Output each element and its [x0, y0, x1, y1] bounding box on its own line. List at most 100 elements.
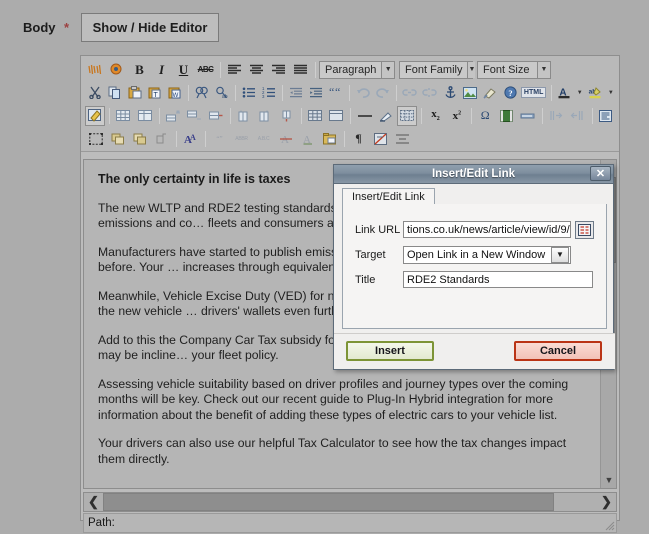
background-color-icon[interactable]: ab: [586, 83, 605, 103]
acronym-icon[interactable]: A.B.C: [253, 129, 274, 149]
horizontal-scroll-track[interactable]: [103, 493, 597, 511]
insert-text-icon[interactable]: A: [297, 129, 318, 149]
quote-icon[interactable]: “”: [209, 129, 230, 149]
indent-icon[interactable]: [306, 83, 325, 103]
scroll-left-icon[interactable]: ❮: [84, 493, 103, 511]
editor-horizontal-scrollbar[interactable]: ❮ ❯: [83, 492, 617, 512]
attributes-icon[interactable]: [319, 129, 340, 149]
font-size-select[interactable]: Font Size ▼: [477, 60, 551, 79]
insert-hr-icon[interactable]: [518, 106, 538, 126]
nonbreaking-icon[interactable]: [370, 129, 391, 149]
abbreviation-icon[interactable]: ABBR: [231, 129, 252, 149]
strikethrough-icon[interactable]: ABC: [195, 60, 216, 80]
insert-row-after-icon[interactable]: [184, 106, 204, 126]
find-replace-icon[interactable]: ab: [212, 83, 231, 103]
close-icon[interactable]: ✕: [590, 166, 611, 181]
paste-as-text-icon[interactable]: T: [145, 83, 164, 103]
horizontal-scroll-thumb[interactable]: [103, 493, 554, 511]
insert-layer-icon[interactable]: [107, 129, 128, 149]
link-url-input[interactable]: tions.co.uk/news/article/view/id/9/: [403, 221, 571, 238]
outdent-icon[interactable]: [286, 83, 305, 103]
bold-icon[interactable]: B: [129, 60, 150, 80]
target-select[interactable]: Open Link in a New Window ▼: [403, 245, 571, 264]
numbered-list-icon[interactable]: 123: [259, 83, 278, 103]
cancel-button[interactable]: Cancel: [514, 341, 602, 361]
insert-div-icon[interactable]: [151, 129, 172, 149]
spellcheck-icon[interactable]: [85, 60, 106, 80]
show-invisible-icon[interactable]: ¶: [348, 129, 369, 149]
paste-from-word-icon[interactable]: W: [165, 83, 184, 103]
align-right-icon[interactable]: [268, 60, 289, 80]
ltr-icon[interactable]: [546, 106, 566, 126]
pagebreak-icon[interactable]: [392, 129, 413, 149]
toolbar-separator: [344, 130, 345, 147]
delete-row-icon[interactable]: [206, 106, 226, 126]
special-char-icon[interactable]: Ω: [475, 106, 495, 126]
link-icon[interactable]: [400, 83, 419, 103]
required-indicator: *: [64, 20, 70, 35]
paste-icon[interactable]: [125, 83, 144, 103]
align-left-icon[interactable]: [224, 60, 245, 80]
edit-table-icon[interactable]: [85, 105, 106, 126]
unlink-icon[interactable]: [420, 83, 439, 103]
move-layer-icon[interactable]: [129, 129, 150, 149]
help-icon[interactable]: ?: [501, 83, 520, 103]
svg-text:“: “: [335, 87, 340, 98]
toolbar-separator: [109, 107, 111, 124]
rtl-icon[interactable]: [567, 106, 587, 126]
underline-icon[interactable]: U: [173, 60, 194, 80]
split-cells-icon[interactable]: [305, 106, 325, 126]
style-props-icon[interactable]: AA: [180, 129, 201, 149]
cut-icon[interactable]: [85, 83, 104, 103]
font-size-value: Font Size: [483, 63, 530, 76]
blockquote-icon[interactable]: ““: [326, 83, 345, 103]
toolbar-separator: [421, 107, 423, 124]
scroll-right-icon[interactable]: ❯: [597, 493, 616, 511]
insert-media-icon[interactable]: [496, 106, 516, 126]
delete-column-icon[interactable]: [277, 106, 297, 126]
insert-row-before-icon[interactable]: [163, 106, 183, 126]
anchor-icon[interactable]: [441, 83, 460, 103]
align-center-icon[interactable]: [246, 60, 267, 80]
title-input[interactable]: RDE2 Standards: [403, 271, 593, 288]
spellcheck-options-icon[interactable]: [107, 60, 128, 80]
tab-insert-edit-link[interactable]: Insert/Edit Link: [342, 187, 435, 206]
text-color-icon[interactable]: A: [555, 83, 574, 103]
show-hide-editor-button[interactable]: Show / Hide Editor: [81, 13, 219, 42]
html-source-icon[interactable]: HTML: [520, 83, 547, 103]
merge-cells-icon[interactable]: [326, 106, 346, 126]
insert-column-before-icon[interactable]: [234, 106, 254, 126]
insert-column-after-icon[interactable]: [255, 106, 275, 126]
remove-format-icon[interactable]: [376, 106, 396, 126]
select-all-icon[interactable]: [85, 129, 106, 149]
horizontal-rule-icon[interactable]: [354, 106, 374, 126]
visual-aid-icon[interactable]: [397, 105, 418, 126]
delete-text-icon[interactable]: A: [275, 129, 296, 149]
table-properties-icon[interactable]: [135, 106, 155, 126]
paragraph-format-select[interactable]: Paragraph ▼: [319, 60, 395, 79]
resize-grip[interactable]: [603, 519, 615, 531]
underline-label: U: [178, 61, 189, 77]
italic-icon[interactable]: I: [151, 60, 172, 80]
scroll-down-icon[interactable]: ▼: [601, 472, 616, 488]
superscript-icon[interactable]: x2: [447, 106, 467, 126]
cleanup-icon[interactable]: [481, 83, 500, 103]
align-justify-icon[interactable]: [290, 60, 311, 80]
insert-button[interactable]: Insert: [346, 341, 434, 361]
bullet-list-icon[interactable]: [239, 83, 258, 103]
text-color-dropdown-icon[interactable]: ▼: [575, 83, 585, 103]
browse-files-icon[interactable]: [575, 220, 594, 239]
subscript-icon[interactable]: x2: [425, 106, 445, 126]
dialog-tab-strip: Insert/Edit Link: [334, 185, 613, 206]
redo-icon[interactable]: [373, 83, 392, 103]
background-color-dropdown-icon[interactable]: ▼: [606, 83, 616, 103]
fullscreen-icon[interactable]: [596, 106, 616, 126]
undo-icon[interactable]: [353, 83, 372, 103]
copy-icon[interactable]: [105, 83, 124, 103]
font-family-select[interactable]: Font Family ▼: [399, 60, 476, 79]
insert-table-icon[interactable]: [113, 106, 133, 126]
dialog-title-bar[interactable]: Insert/Edit Link ✕: [334, 165, 613, 184]
insert-image-icon[interactable]: [461, 83, 480, 103]
toolbar-row-2: T W ab 123 “ “ ? HTML A ▼ ab ▼: [83, 81, 617, 104]
find-icon[interactable]: [192, 83, 211, 103]
